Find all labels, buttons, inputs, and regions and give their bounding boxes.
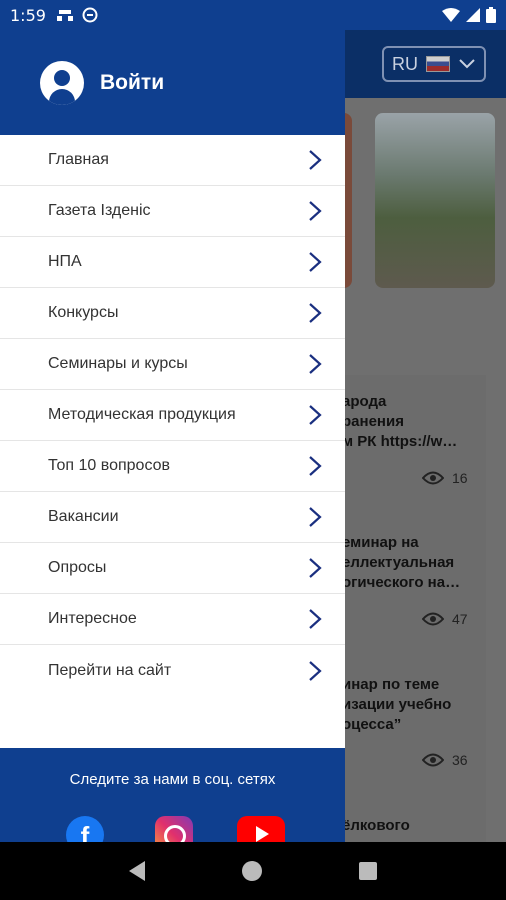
sync-icon [82, 7, 98, 23]
status-time: 1:59 [10, 5, 46, 25]
menu-item-interesting[interactable]: Интересное [0, 594, 345, 645]
eye-icon [422, 471, 444, 485]
news-item-title[interactable]: ёлкового [342, 816, 492, 836]
menu-item-npa[interactable]: НПА [0, 237, 345, 288]
menu-item-label: Интересное [48, 610, 137, 627]
chevron-right-icon [309, 660, 322, 681]
russia-flag-icon [426, 56, 450, 72]
chevron-right-icon [309, 456, 322, 476]
instagram-icon[interactable] [155, 816, 193, 842]
news-item-title[interactable]: инар по теме изации учебно оцесса” [342, 675, 492, 735]
menu-item-label: НПА [48, 253, 82, 270]
youtube-icon[interactable] [237, 816, 285, 842]
menu-item-label: Конкурсы [48, 304, 119, 321]
menu-item-label: Методическая продукция [48, 406, 236, 423]
recent-apps-icon[interactable] [359, 862, 378, 880]
chevron-right-icon [309, 558, 322, 578]
menu-item-label: Семинары и курсы [48, 355, 188, 372]
news-card-image[interactable] [375, 113, 495, 288]
battery-icon [486, 7, 496, 23]
language-selector[interactable]: RU [382, 46, 486, 82]
menu-item-contests[interactable]: Конкурсы [0, 288, 345, 339]
notification-icon [56, 10, 73, 21]
menu-item-label: Перейти на сайт [48, 661, 172, 679]
menu-item-vacancies[interactable]: Вакансии [0, 492, 345, 543]
menu-item-methodical[interactable]: Методическая продукция [0, 390, 345, 441]
social-links: f [0, 816, 345, 842]
eye-icon [422, 612, 444, 626]
menu-item-website[interactable]: Перейти на сайт [0, 645, 345, 696]
news-item-title[interactable]: еминар на еллектуальная огического на… [342, 533, 492, 593]
eye-icon [422, 753, 444, 767]
chevron-right-icon [309, 252, 322, 272]
menu-item-label: Газета Iзденiс [48, 202, 151, 219]
views-count: 16 [422, 470, 468, 486]
chevron-down-icon [459, 59, 475, 69]
menu-item-label: Топ 10 вопросов [48, 457, 171, 474]
back-icon[interactable] [128, 861, 145, 881]
follow-us-text: Следите за нами в соц. сетях [69, 771, 276, 788]
chevron-right-icon [309, 201, 322, 221]
home-icon[interactable] [241, 861, 262, 881]
chevron-right-icon [309, 507, 322, 527]
chevron-right-icon [309, 150, 322, 170]
views-count: 47 [422, 611, 468, 627]
language-label: RU [392, 53, 418, 74]
user-avatar-icon [40, 60, 84, 105]
navigation-drawer: Войти Главная Газета Iзденiс НПА Конкурс… [0, 0, 345, 842]
menu-item-home[interactable]: Главная [0, 135, 345, 186]
views-value: 16 [452, 470, 468, 486]
views-count: 36 [422, 752, 468, 768]
status-bar: 1:59 [0, 0, 506, 30]
facebook-icon[interactable]: f [66, 816, 104, 842]
menu-item-label: Опросы [48, 559, 107, 576]
signal-icon [466, 8, 480, 22]
news-item-title[interactable]: арода ранения м РК https://w… [342, 392, 492, 452]
login-link[interactable]: Войти [100, 71, 164, 95]
chevron-right-icon [309, 609, 322, 629]
menu-item-newspaper[interactable]: Газета Iзденiс [0, 186, 345, 237]
drawer-header[interactable]: Войти [0, 30, 345, 135]
chevron-right-icon [309, 354, 322, 374]
views-value: 36 [452, 752, 468, 768]
drawer-menu: Главная Газета Iзденiс НПА Конкурсы Семи… [0, 135, 345, 696]
menu-item-top10[interactable]: Топ 10 вопросов [0, 441, 345, 492]
menu-item-label: Главная [48, 151, 109, 168]
chevron-right-icon [309, 405, 322, 425]
system-navigation-bar [0, 842, 506, 900]
menu-item-seminars[interactable]: Семинары и курсы [0, 339, 345, 390]
menu-item-surveys[interactable]: Опросы [0, 543, 345, 594]
drawer-footer: Следите за нами в соц. сетях f [0, 748, 345, 842]
menu-item-label: Вакансии [48, 508, 119, 525]
wifi-icon [442, 8, 460, 22]
views-value: 47 [452, 611, 468, 627]
chevron-right-icon [309, 303, 322, 323]
